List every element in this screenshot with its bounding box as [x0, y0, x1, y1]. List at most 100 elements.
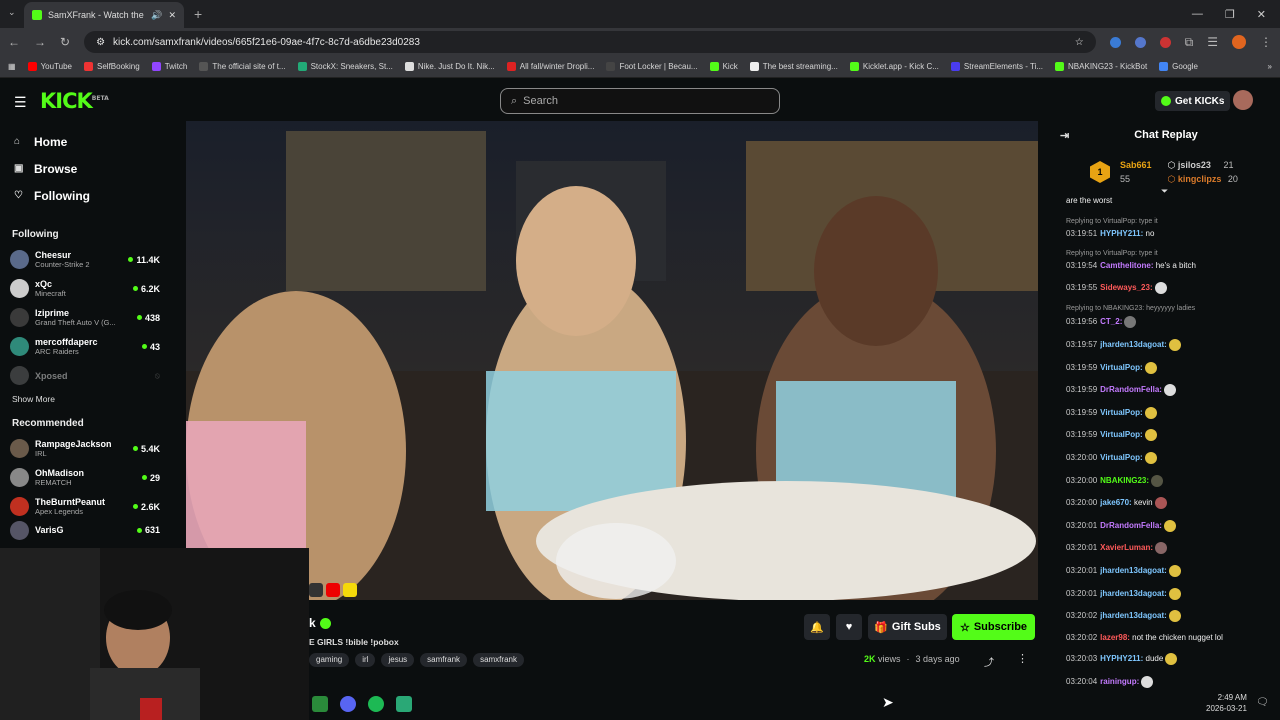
sidebar-item-following[interactable]: ♡ Following: [0, 182, 170, 209]
bookmark-star-icon[interactable]: ☆: [1075, 37, 1084, 48]
tag-chip[interactable]: gaming: [309, 653, 350, 667]
speaker-icon[interactable]: 🔊: [151, 10, 162, 21]
expand-leaderboard-icon[interactable]: ⏷: [1161, 186, 1168, 197]
channel-item-offline[interactable]: Xposed ⦸: [0, 361, 170, 390]
forward-icon[interactable]: →: [34, 35, 46, 49]
tab-search-icon[interactable]: ⌄: [8, 7, 16, 18]
chat-username[interactable]: DrRandomFella:: [1100, 385, 1162, 394]
chat-username[interactable]: jharden13dagoat:: [1100, 589, 1167, 598]
system-clock[interactable]: 2:49 AM 2026-03-21: [1206, 692, 1247, 714]
tag-chip[interactable]: irl: [355, 653, 376, 667]
channel-item[interactable]: TheBurntPeanut Apex Legends 2.6K: [0, 492, 170, 521]
x-icon[interactable]: [309, 583, 323, 597]
share-icon[interactable]: ⤴: [984, 654, 994, 669]
chat-username[interactable]: jharden13dagoat:: [1100, 611, 1167, 620]
channel-item[interactable]: mercoffdaperc ARC Raiders 43: [0, 332, 170, 361]
reload-icon[interactable]: ↻: [60, 35, 70, 49]
leader-name[interactable]: kingclipzs: [1178, 174, 1222, 184]
sidebar-item-browse[interactable]: ▣ Browse: [0, 155, 170, 182]
bookmark-item[interactable]: Nike. Just Do It. Nik...: [404, 62, 495, 71]
leader-name[interactable]: jsilos23: [1178, 160, 1211, 170]
chat-username[interactable]: Camthelitone:: [1100, 261, 1153, 270]
show-more-link[interactable]: Show More: [0, 390, 170, 408]
bookmark-item[interactable]: YouTube: [27, 62, 72, 71]
bookmarks-overflow-icon[interactable]: »: [1268, 62, 1272, 71]
video-player[interactable]: [186, 121, 1038, 600]
chat-username[interactable]: VirtualPop:: [1100, 363, 1143, 372]
bookmark-item[interactable]: Kicklet.app - Kick C...: [849, 62, 939, 71]
puzzle-icon[interactable]: ⧉: [1185, 35, 1194, 50]
minimize-icon[interactable]: —: [1192, 8, 1203, 21]
notification-center-icon[interactable]: 🗨: [1256, 697, 1269, 708]
channel-item[interactable]: xQc Minecraft 6.2K: [0, 274, 170, 303]
snapchat-icon[interactable]: [343, 583, 357, 597]
bookmark-item[interactable]: NBAKING23 - KickBot: [1055, 62, 1147, 71]
spotify-icon[interactable]: [368, 696, 384, 712]
apps-grid-icon[interactable]: ▦: [8, 62, 16, 71]
chat-username[interactable]: jharden13dagoat:: [1100, 340, 1167, 349]
sidebar-item-home[interactable]: ⌂ Home: [0, 128, 170, 155]
tag-chip[interactable]: jesus: [381, 653, 415, 667]
search-input[interactable]: ⌕ Search: [500, 88, 780, 114]
chat-username[interactable]: Sideways_23:: [1100, 283, 1152, 292]
discord-icon[interactable]: [340, 696, 356, 712]
restore-icon[interactable]: ❐: [1225, 8, 1235, 21]
bookmark-item[interactable]: StreamElements - Ti...: [950, 62, 1043, 71]
notification-bell-button[interactable]: 🔔: [804, 614, 830, 640]
bookmark-item[interactable]: StockX: Sneakers, St...: [297, 62, 393, 71]
channel-item[interactable]: VarisG 631: [0, 520, 170, 540]
back-icon[interactable]: ←: [8, 35, 20, 49]
chat-username[interactable]: CT_2:: [1100, 317, 1122, 326]
browser-tab-active[interactable]: SamXFrank - Watch the VO 🔊 ✕: [24, 2, 184, 28]
tag-chip[interactable]: samfrank: [420, 653, 468, 667]
channel-item[interactable]: Cheesur Counter-Strike 2 11.4K: [0, 245, 170, 274]
subscribe-button[interactable]: ☆ Subscribe: [952, 614, 1035, 640]
chat-username[interactable]: VirtualPop:: [1100, 453, 1143, 462]
bookmark-item[interactable]: Foot Locker | Becau...: [606, 62, 698, 71]
chat-username[interactable]: XavierLuman:: [1100, 543, 1153, 552]
follow-heart-button[interactable]: ♥: [836, 614, 862, 640]
gift-subs-button[interactable]: 🎁 Gift Subs: [868, 614, 947, 640]
channel-name[interactable]: k: [309, 616, 331, 630]
chat-username[interactable]: jake670:: [1100, 498, 1132, 507]
new-tab-icon[interactable]: +: [194, 6, 202, 22]
profile-avatar-icon[interactable]: [1232, 35, 1246, 49]
close-window-icon[interactable]: ✕: [1257, 8, 1266, 21]
chat-username[interactable]: rainingup:: [1100, 677, 1139, 686]
close-tab-icon[interactable]: ✕: [168, 10, 176, 21]
bookmark-item[interactable]: All fall/winter Dropli...: [506, 62, 594, 71]
channel-item[interactable]: RampageJackson IRL 5.4K: [0, 434, 170, 463]
chat-username[interactable]: VirtualPop:: [1100, 430, 1143, 439]
bookmark-item[interactable]: The best streaming...: [749, 62, 838, 71]
kick-logo[interactable]: KICKBETA: [40, 89, 109, 113]
bookmark-item[interactable]: Kick: [709, 62, 738, 71]
extension-icon[interactable]: [1109, 36, 1121, 48]
chat-username[interactable]: jharden13dagoat:: [1100, 566, 1167, 575]
tag-chip[interactable]: samxfrank: [473, 653, 524, 667]
bookmark-item[interactable]: SelfBooking: [84, 62, 140, 71]
address-bar[interactable]: ⚙ kick.com/samxfrank/videos/665f21e6-09a…: [84, 31, 1096, 53]
bookmark-item[interactable]: The official site of t...: [199, 62, 286, 71]
media-icon[interactable]: ☰: [1207, 35, 1218, 49]
menu-dots-icon[interactable]: ⋮: [1260, 35, 1272, 49]
bookmark-item[interactable]: Google: [1159, 62, 1198, 71]
channel-item[interactable]: OhMadison REMATCH 29: [0, 463, 170, 492]
app-icon[interactable]: [312, 696, 328, 712]
leader-name[interactable]: Sab661: [1120, 158, 1152, 172]
app-icon[interactable]: [396, 696, 412, 712]
hamburger-menu-icon[interactable]: ☰: [14, 94, 27, 111]
chat-username[interactable]: lazer98:: [1100, 633, 1130, 642]
extension-icon[interactable]: [1159, 36, 1171, 48]
chat-username[interactable]: DrRandomFella:: [1100, 521, 1162, 530]
user-avatar[interactable]: [1233, 90, 1253, 110]
chat-username[interactable]: HYPHY211:: [1100, 654, 1143, 663]
more-options-icon[interactable]: ⋮: [1017, 652, 1028, 665]
youtube-icon[interactable]: [326, 583, 340, 597]
chat-username[interactable]: HYPHY211:: [1100, 229, 1143, 238]
chat-username[interactable]: VirtualPop:: [1100, 408, 1143, 417]
extension-icon[interactable]: [1134, 36, 1146, 48]
bookmark-item[interactable]: Twitch: [151, 62, 187, 71]
collapse-chat-icon[interactable]: ⇥: [1060, 129, 1069, 142]
chat-username[interactable]: NBAKING23:: [1100, 476, 1149, 485]
site-info-icon[interactable]: ⚙: [96, 37, 105, 48]
